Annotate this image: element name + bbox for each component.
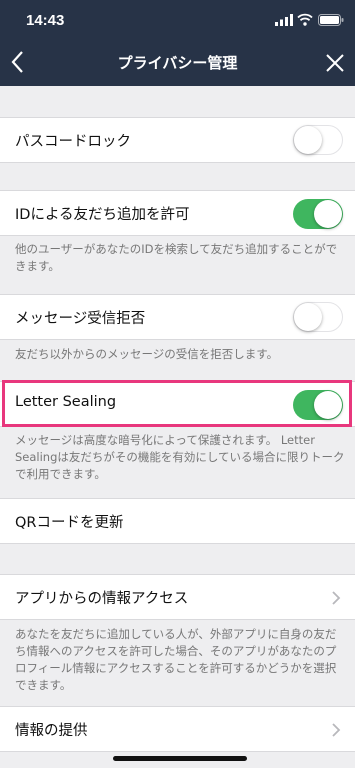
battery-icon	[318, 14, 344, 26]
reject-messages-note: 友だち以外からのメッセージの受信を拒否します。	[15, 347, 279, 361]
app-access-label: アプリからの情報アクセス	[15, 591, 189, 607]
allow-id-add-note: 他のユーザーがあなたのIDを検索して友だち追加することができます。	[15, 242, 338, 273]
info-provision-label: 情報の提供	[15, 723, 88, 739]
status-time: 14:43	[26, 12, 65, 29]
chevron-right-icon	[332, 723, 341, 737]
letter-sealing-note: メッセージは高度な暗号化によって保護されます。 Letter Sealingは友…	[15, 433, 345, 481]
reject-messages-label: メッセージ受信拒否	[15, 311, 146, 327]
page-title: プライバシー管理	[117, 54, 238, 72]
info-provision-row[interactable]: 情報の提供	[0, 706, 355, 752]
passcode-lock-toggle[interactable]	[293, 125, 343, 155]
cellular-signal-icon	[275, 14, 293, 26]
qr-update-row[interactable]: QRコードを更新	[0, 498, 355, 544]
wifi-icon	[297, 13, 313, 26]
app-access-note: あなたを友だちに追加している人が、外部アプリに自身の友だち情報へのアクセスを許可…	[15, 627, 337, 692]
reject-messages-row: メッセージ受信拒否	[0, 294, 355, 340]
allow-id-add-label: IDによる友だち追加を許可	[15, 207, 190, 223]
reject-messages-toggle[interactable]	[293, 302, 343, 332]
toggle-knob	[294, 303, 322, 331]
app-access-row[interactable]: アプリからの情報アクセス	[0, 574, 355, 620]
qr-update-label: QRコードを更新	[15, 515, 124, 531]
chevron-right-icon	[332, 591, 341, 605]
home-indicator	[113, 756, 247, 761]
allow-id-add-toggle[interactable]	[293, 199, 343, 229]
nav-bar: 14:43 プライバシー管理	[0, 0, 355, 86]
allow-id-add-row: IDによる友だち追加を許可	[0, 190, 355, 236]
passcode-lock-row: パスコードロック	[0, 117, 355, 163]
toggle-knob	[314, 200, 342, 228]
toggle-knob	[294, 126, 322, 154]
letter-sealing-highlight-frame	[2, 380, 352, 427]
close-button[interactable]	[324, 52, 346, 74]
status-bar: 14:43	[0, 0, 355, 40]
passcode-lock-label: パスコードロック	[15, 134, 131, 150]
